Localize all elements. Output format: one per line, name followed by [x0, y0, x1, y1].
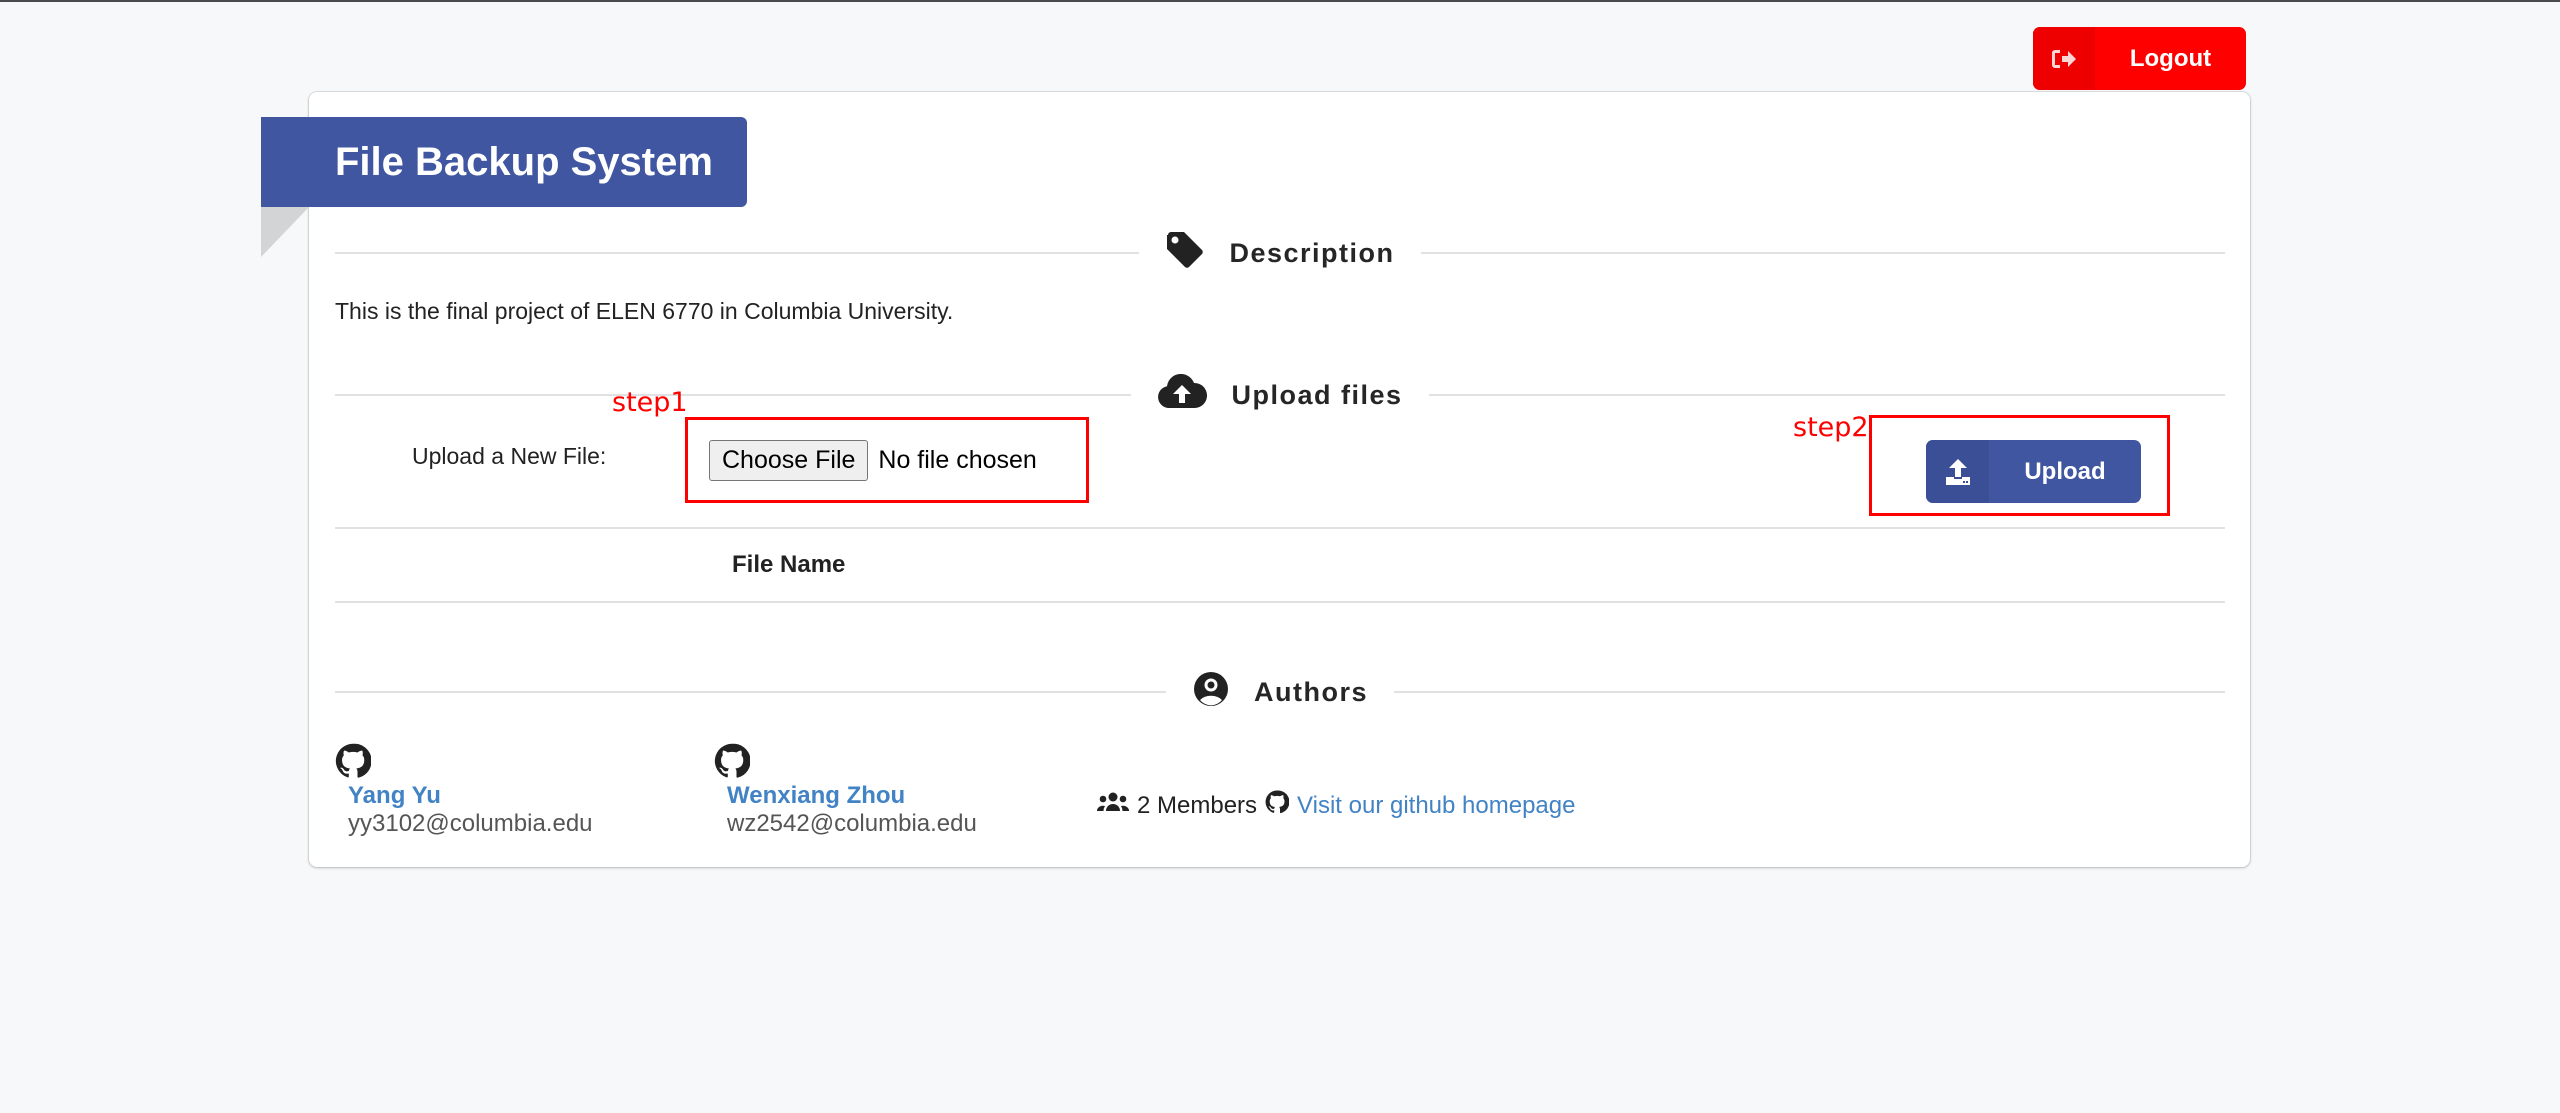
description-divider: Description	[335, 231, 2225, 268]
column-header-file-name: File Name	[732, 551, 846, 578]
table-bottom-border	[335, 601, 2225, 603]
author-email: yy3102@columbia.edu	[348, 810, 593, 837]
author-email: wz2542@columbia.edu	[727, 810, 977, 837]
github-icon	[714, 743, 977, 784]
members-info: 2 Members Visit our github homepage	[1096, 790, 1575, 821]
tag-icon	[1165, 230, 1205, 277]
logout-button[interactable]: Logout	[2033, 27, 2246, 90]
author-name-link[interactable]: Yang Yu	[348, 782, 593, 810]
authors-heading: Authors	[1254, 676, 1368, 707]
logout-label: Logout	[2129, 44, 2212, 72]
ribbon-fold	[261, 207, 309, 257]
upload-button[interactable]: Upload	[1926, 440, 2141, 503]
step1-annotation-label: step1	[612, 387, 688, 418]
upload-heading: Upload files	[1231, 379, 1403, 410]
step2-annotation-label: step2	[1793, 412, 1869, 443]
authors-divider: Authors	[335, 671, 2225, 707]
members-count: 2 Members	[1137, 791, 1258, 819]
author-card: Yang Yu yy3102@columbia.edu	[335, 743, 593, 838]
user-circle-icon	[1192, 670, 1230, 715]
sign-out-icon	[2033, 27, 2095, 90]
github-icon	[1265, 790, 1290, 821]
description-heading: Description	[1229, 237, 1395, 268]
author-name-link[interactable]: Wenxiang Zhou	[727, 782, 977, 810]
step1-annotation-box	[685, 417, 1089, 503]
upload-field-label: Upload a New File:	[412, 443, 607, 469]
upload-icon	[1926, 440, 1989, 503]
upload-label: Upload	[2024, 457, 2106, 485]
table-top-border	[335, 527, 2225, 529]
github-icon	[335, 743, 593, 784]
description-text: This is the final project of ELEN 6770 i…	[335, 298, 954, 324]
page-title: File Backup System	[261, 117, 747, 207]
cloud-upload-icon	[1157, 373, 1208, 417]
author-card: Wenxiang Zhou wz2542@columbia.edu	[714, 743, 977, 838]
github-homepage-link[interactable]: Visit our github homepage	[1297, 792, 1575, 820]
users-icon	[1096, 791, 1130, 820]
